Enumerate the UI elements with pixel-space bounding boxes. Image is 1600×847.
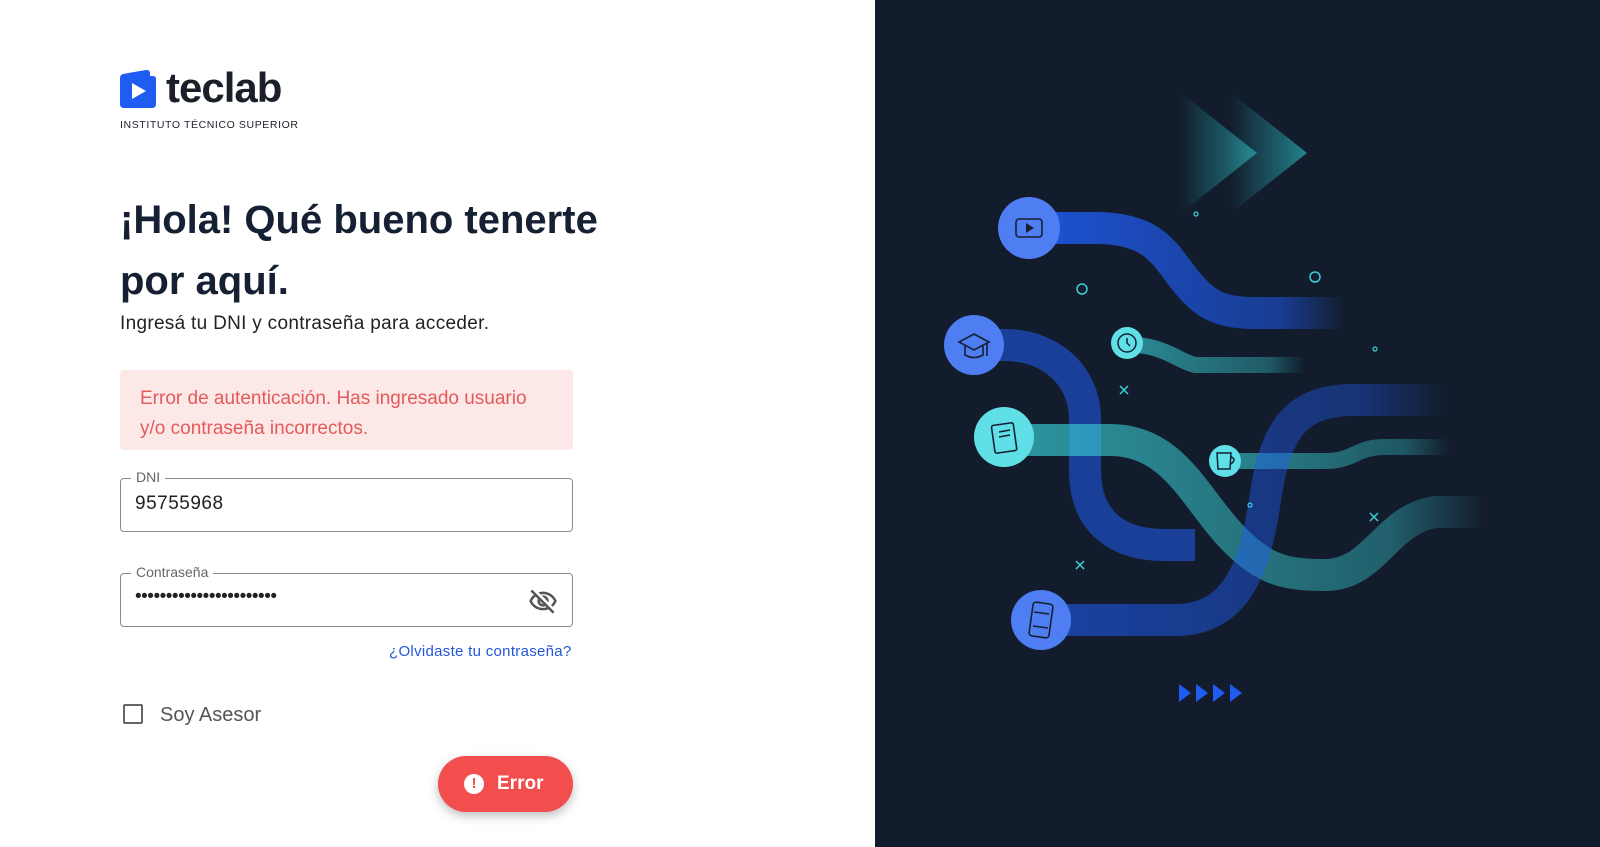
- page-subtitle: Ingresá tu DNI y contraseña para acceder…: [120, 313, 490, 334]
- eye-off-icon[interactable]: [528, 586, 558, 616]
- dni-field[interactable]: DNI 95755968: [120, 469, 573, 532]
- play-logo-icon: [120, 69, 156, 108]
- decorative-illustration: [944, 92, 1485, 702]
- brand-tagline: INSTITUTO TÉCNICO SUPERIOR: [120, 119, 299, 131]
- page-title: ¡Hola! Qué bueno tenerte por aquí.: [120, 198, 598, 303]
- dni-input[interactable]: 95755968: [135, 493, 224, 515]
- password-label: Contraseña: [131, 564, 214, 580]
- advisor-checkbox-label[interactable]: Soy Asesor: [160, 704, 261, 727]
- error-alert: Error de autenticación. Has ingresado us…: [120, 370, 573, 450]
- login-panel: teclab INSTITUTO TÉCNICO SUPERIOR ¡Hola!…: [0, 0, 875, 847]
- teclab-logo: teclab INSTITUTO TÉCNICO SUPERIOR: [120, 64, 320, 132]
- submit-button-label: Error: [497, 773, 544, 794]
- advisor-checkbox[interactable]: [123, 704, 143, 724]
- submit-error-button[interactable]: ! Error: [438, 756, 573, 812]
- forgot-password-link[interactable]: ¿Olvidaste tu contraseña?: [389, 643, 572, 660]
- password-input[interactable]: •••••••••••••••••••••••: [135, 586, 277, 608]
- brand-name: teclab: [166, 64, 282, 111]
- dni-label: DNI: [131, 469, 166, 485]
- password-field[interactable]: Contraseña •••••••••••••••••••••••: [120, 564, 573, 627]
- illustration-panel: [875, 0, 1600, 847]
- alert-circle-icon: !: [464, 774, 484, 794]
